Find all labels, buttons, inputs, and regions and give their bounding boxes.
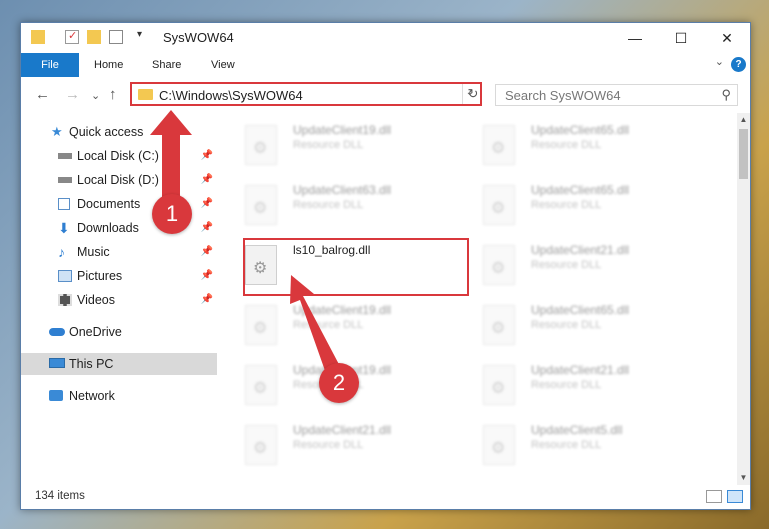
step-2-badge: 2 <box>319 363 359 403</box>
arrow-1-to-address-bar <box>150 110 192 200</box>
step-1-badge: 1 <box>152 194 192 234</box>
annotation-arrows <box>150 110 343 382</box>
